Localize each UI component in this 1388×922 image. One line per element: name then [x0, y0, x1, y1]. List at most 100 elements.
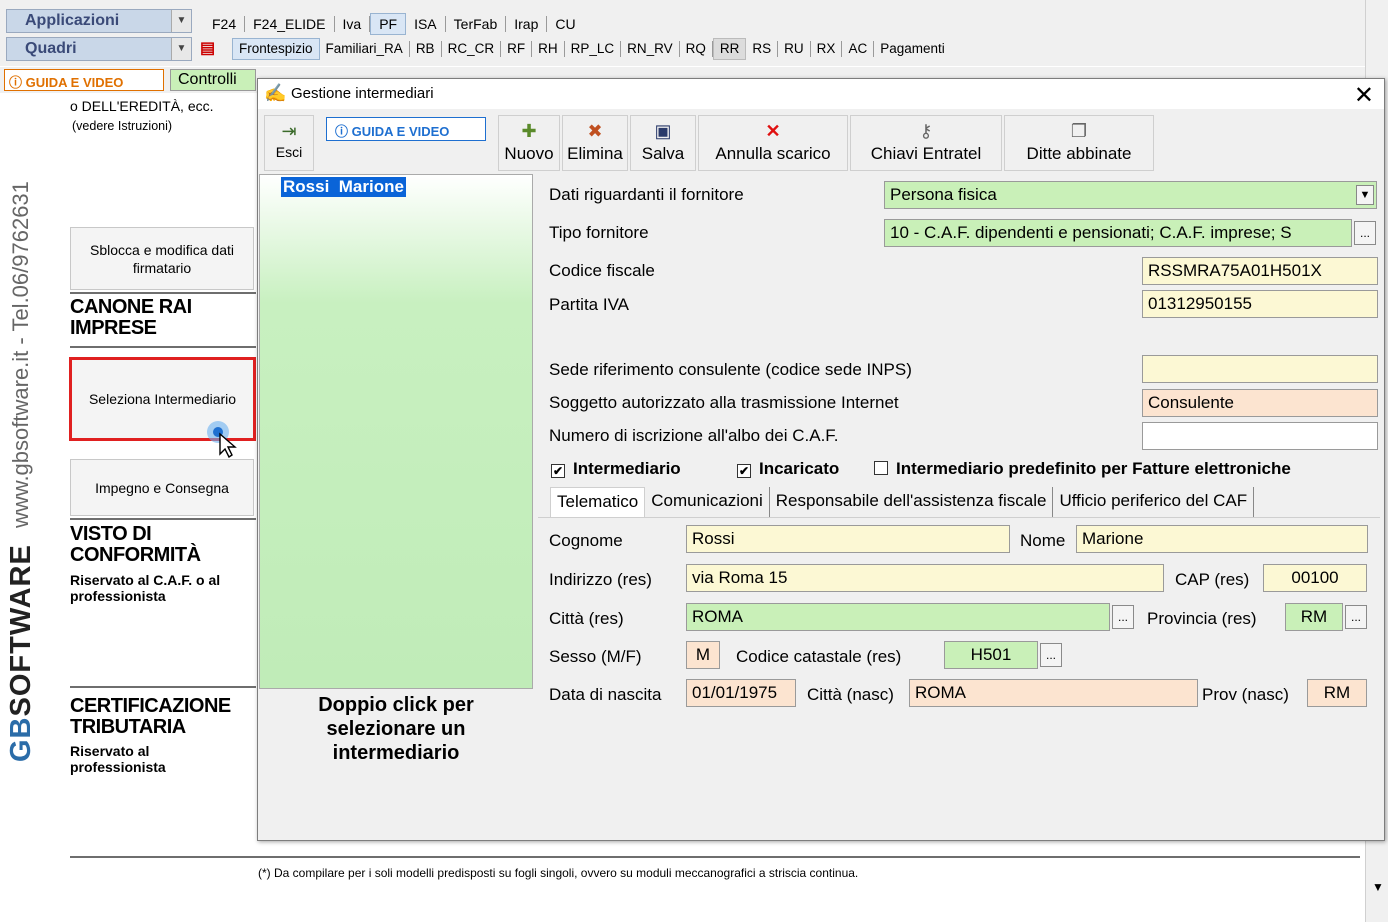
numero-iscrizione-field[interactable]	[1142, 422, 1378, 450]
codice-fiscale-field[interactable]: RSSMRA75A01H501X	[1142, 257, 1378, 285]
exit-icon: ⇥	[281, 121, 297, 141]
controlli-button[interactable]: Controlli	[170, 69, 256, 91]
codice-catastale-lookup-button[interactable]: ...	[1040, 643, 1062, 667]
intermediario-checkbox[interactable]: ✔ Intermediario	[551, 459, 681, 479]
save-icon: ▣	[654, 121, 672, 141]
copy-icon: ❐	[1070, 121, 1088, 141]
tab-comunicazioni[interactable]: Comunicazioni	[645, 487, 770, 517]
incaricato-checkbox[interactable]: ✔ Incaricato	[737, 459, 839, 479]
tab-cu[interactable]: CU	[547, 16, 583, 32]
salva-button[interactable]: ▣ Salva	[630, 115, 696, 171]
tab-rr[interactable]: RR	[712, 38, 747, 60]
tab-rx[interactable]: RX	[811, 41, 843, 57]
pdf-icon[interactable]: ▤	[200, 38, 222, 58]
sesso-field[interactable]: M	[686, 641, 720, 669]
dialog-guida-button[interactable]: ⓘ GUIDA E VIDEO	[326, 117, 486, 141]
nuovo-button[interactable]: ✚ Nuovo	[498, 115, 560, 171]
tab-rq[interactable]: RQ	[680, 41, 713, 57]
prov-nascita-field[interactable]: RM	[1307, 679, 1367, 707]
tab-iva[interactable]: Iva	[335, 16, 371, 32]
nome-field[interactable]: Marione	[1076, 525, 1368, 553]
predefinito-checkbox[interactable]: Intermediario predefinito per Fatture el…	[874, 459, 1291, 479]
tab-f24[interactable]: F24	[204, 16, 246, 32]
chevron-down-icon[interactable]: ▼	[171, 38, 191, 60]
contact-vertical-text: www.gbsoftware.it - Tel.06/9762631	[8, 181, 33, 528]
tipo-fornitore-lookup-button[interactable]: ...	[1354, 221, 1376, 245]
impegno-consegna-button[interactable]: Impegno e Consegna	[70, 459, 254, 516]
canone-title: CANONE RAI IMPRESE	[70, 296, 192, 339]
guida-video-button[interactable]: ⓘ GUIDA E VIDEO	[4, 69, 164, 91]
edit-icon: ✍	[264, 83, 287, 103]
sede-field[interactable]	[1142, 355, 1378, 383]
soggetto-field[interactable]: Consulente	[1142, 389, 1378, 417]
cap-field[interactable]: 00100	[1263, 564, 1367, 592]
cursor-icon	[200, 418, 244, 459]
dialog-guida-label: GUIDA E VIDEO	[351, 124, 450, 139]
provincia-lookup-button[interactable]: ...	[1345, 605, 1367, 629]
tab-rn-rv[interactable]: RN_RV	[621, 41, 680, 57]
visto-title: VISTO DI CONFORMITÀ	[70, 523, 201, 566]
dati-fornitore-select[interactable]: Persona fisica ▼	[884, 181, 1377, 209]
applicazioni-combo[interactable]: Applicazioni ▼	[6, 9, 192, 33]
tab-pf[interactable]: PF	[370, 13, 407, 35]
list-item[interactable]: Rossi Marione	[281, 177, 406, 197]
tab-rb[interactable]: RB	[410, 41, 442, 57]
elimina-label: Elimina	[567, 144, 623, 163]
chiavi-label: Chiavi Entratel	[870, 144, 982, 163]
tab-ufficio-periferico[interactable]: Ufficio periferico del CAF	[1053, 487, 1255, 517]
tab-ac[interactable]: AC	[842, 41, 875, 57]
dialog-titlebar: ✍ Gestione intermediari ✕	[258, 79, 1384, 109]
data-nascita-field[interactable]: 01/01/1975	[686, 679, 796, 707]
tab-rp-lc[interactable]: RP_LC	[565, 41, 622, 57]
cognome-label: Cognome	[549, 531, 623, 550]
annulla-label: Annulla scarico	[715, 144, 831, 163]
tab-ru[interactable]: RU	[778, 41, 811, 57]
tab-familiari-ra[interactable]: Familiari_RA	[320, 41, 410, 57]
intermediari-list[interactable]: Rossi Marione	[259, 174, 533, 689]
partita-iva-label: Partita IVA	[549, 295, 629, 314]
tab-rf[interactable]: RF	[501, 41, 533, 57]
citta-nascita-field[interactable]: ROMA	[909, 679, 1198, 707]
provincia-field[interactable]: RM	[1285, 603, 1343, 631]
tab-f24-elide[interactable]: F24_ELIDE	[245, 16, 335, 32]
chevron-down-icon[interactable]: ▼	[1356, 185, 1374, 205]
ditte-abbinate-button[interactable]: ❐ Ditte abbinate	[1004, 115, 1154, 171]
sblocca-button[interactable]: Sblocca e modifica dati firmatario	[70, 227, 254, 290]
ditte-label: Ditte abbinate	[1026, 144, 1132, 163]
cognome-field[interactable]: Rossi	[686, 525, 1010, 553]
tab-isa[interactable]: ISA	[406, 16, 446, 32]
codice-catastale-field[interactable]: H501	[944, 641, 1038, 669]
tab-rs[interactable]: RS	[746, 41, 779, 57]
scroll-down-icon[interactable]: ▼	[1372, 880, 1384, 894]
citta-lookup-button[interactable]: ...	[1112, 605, 1134, 629]
brand-strip: www.gbsoftware.it - Tel.06/9762631 GBSOF…	[0, 96, 62, 922]
citta-field[interactable]: ROMA	[686, 603, 1110, 631]
indirizzo-field[interactable]: via Roma 15	[686, 564, 1164, 592]
partita-iva-field[interactable]: 01312950155	[1142, 290, 1378, 318]
intermediario-label: Intermediario	[573, 459, 681, 478]
chevron-down-icon[interactable]: ▼	[171, 10, 191, 32]
tab-frontespizio[interactable]: Frontespizio	[232, 38, 320, 60]
quadri-combo[interactable]: Quadri ▼	[6, 37, 192, 61]
sede-label: Sede riferimento consulente (codice sede…	[549, 360, 912, 379]
chiavi-entratel-button[interactable]: ⚷ Chiavi Entratel	[850, 115, 1002, 171]
citta-label: Città (res)	[549, 609, 624, 628]
annulla-scarico-button[interactable]: ✕ Annulla scarico	[698, 115, 848, 171]
elimina-button[interactable]: ✖ Elimina	[562, 115, 628, 171]
tab-irap[interactable]: Irap	[506, 16, 548, 32]
brand-logo: GBSOFTWARE	[5, 544, 38, 762]
close-icon[interactable]: ✕	[1354, 81, 1374, 110]
tab-telematico[interactable]: Telematico	[550, 487, 646, 517]
esci-button[interactable]: ⇥ Esci	[264, 115, 314, 171]
tab-pagamenti[interactable]: Pagamenti	[874, 41, 951, 57]
numero-iscrizione-label: Numero di iscrizione all'albo dei C.A.F.	[549, 426, 839, 445]
dati-fornitore-value: Persona fisica	[890, 185, 997, 204]
tab-rh[interactable]: RH	[532, 41, 565, 57]
modelli-tabs: F24 F24_ELIDE Iva PF ISA TerFab Irap CU	[204, 12, 584, 36]
tab-terfab[interactable]: TerFab	[446, 16, 507, 32]
tab-rc-cr[interactable]: RC_CR	[442, 41, 502, 57]
tipo-fornitore-field[interactable]: 10 - C.A.F. dipendenti e pensionati; C.A…	[884, 219, 1352, 247]
tab-responsabile[interactable]: Responsabile dell'assistenza fiscale	[770, 487, 1054, 517]
help-icon: ⓘ	[335, 124, 349, 139]
footnote: (*) Da compilare per i soli modelli pred…	[258, 866, 859, 880]
